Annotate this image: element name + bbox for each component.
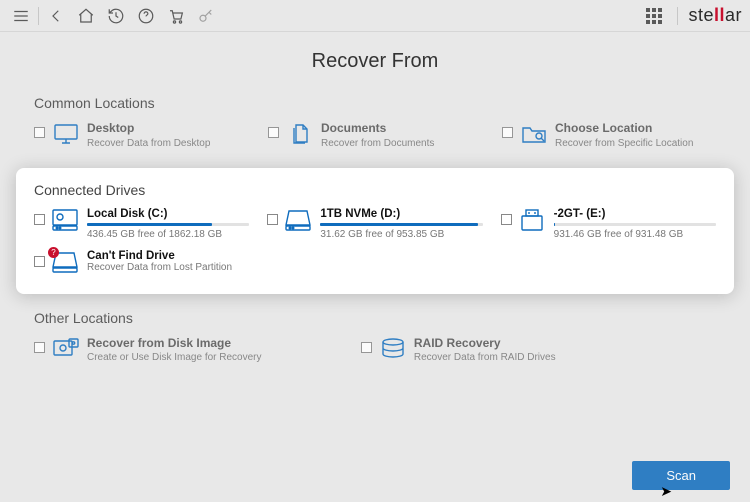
back-icon[interactable]: [43, 3, 69, 29]
item-sub: Create or Use Disk Image for Recovery: [87, 351, 341, 364]
section-common-locations: Common Locations DesktopRecover Data fro…: [34, 95, 716, 150]
item-title: Recover from Disk Image: [87, 336, 341, 352]
drive-usage-bar: [320, 223, 482, 226]
cart-icon[interactable]: [163, 3, 189, 29]
drive-free-text: 436.45 GB free of 1862.18 GB: [87, 229, 249, 240]
checkbox[interactable]: [361, 342, 372, 353]
topbar-left: [8, 3, 219, 29]
item-title: Choose Location: [555, 121, 716, 137]
lost-drive-icon: ?: [51, 250, 81, 276]
section-heading-other: Other Locations: [34, 310, 716, 326]
checkbox[interactable]: [267, 214, 278, 225]
question-badge: ?: [48, 247, 59, 258]
menu-icon[interactable]: [8, 3, 34, 29]
item-title: Desktop: [87, 121, 248, 137]
common-item-desktop[interactable]: DesktopRecover Data from Desktop: [34, 121, 248, 150]
brand-logo: stellar: [688, 5, 742, 26]
section-connected-drives: Connected Drives Local Disk (C:) 436.45 …: [16, 168, 734, 294]
item-sub: Recover Data from RAID Drives: [414, 351, 668, 364]
common-item-documents[interactable]: DocumentsRecover from Documents: [268, 121, 482, 150]
history-icon[interactable]: [103, 3, 129, 29]
section-heading-drives: Connected Drives: [34, 182, 716, 198]
drive-icon: [284, 208, 314, 234]
drive-item-d[interactable]: 1TB NVMe (D:) 31.62 GB free of 953.85 GB: [267, 208, 482, 240]
page-title: Recover From: [34, 50, 716, 73]
section-other-locations: Other Locations Recover from Disk ImageC…: [34, 310, 716, 365]
scan-button[interactable]: Scan: [632, 461, 730, 490]
page-body: Recover From Common Locations DesktopRec…: [0, 32, 750, 364]
drive-title: -2GT- (E:): [554, 208, 716, 220]
key-icon[interactable]: [193, 3, 219, 29]
usb-icon: [518, 208, 548, 234]
divider: [38, 7, 39, 25]
drive-item-c[interactable]: Local Disk (C:) 436.45 GB free of 1862.1…: [34, 208, 249, 240]
drive-usage-bar: [87, 223, 249, 226]
drive-title: Local Disk (C:): [87, 208, 249, 220]
item-sub: Recover Data from Lost Partition: [87, 262, 716, 273]
topbar: stellar: [0, 0, 750, 32]
drive-item-e[interactable]: -2GT- (E:) 931.46 GB free of 931.48 GB: [501, 208, 716, 240]
other-item-raid[interactable]: RAID RecoveryRecover Data from RAID Driv…: [361, 336, 668, 365]
item-title: Documents: [321, 121, 482, 137]
raid-icon: [378, 337, 408, 361]
other-item-disk-image[interactable]: Recover from Disk ImageCreate or Use Dis…: [34, 336, 341, 365]
drive-item-lost-partition[interactable]: ? Can't Find Drive Recover Data from Los…: [34, 250, 716, 276]
checkbox[interactable]: [502, 127, 513, 138]
home-icon[interactable]: [73, 3, 99, 29]
item-title: RAID Recovery: [414, 336, 668, 352]
checkbox[interactable]: [34, 256, 45, 267]
apps-icon[interactable]: [641, 3, 667, 29]
drive-usage-bar: [554, 223, 716, 226]
item-title: Can't Find Drive: [87, 250, 716, 262]
topbar-right: stellar: [641, 3, 742, 29]
folder-search-icon: [519, 122, 549, 146]
cursor-icon: ➤: [660, 483, 672, 500]
drive-free-text: 31.62 GB free of 953.85 GB: [320, 229, 482, 240]
help-icon[interactable]: [133, 3, 159, 29]
desktop-icon: [51, 122, 81, 146]
divider: [677, 7, 678, 25]
checkbox[interactable]: [34, 342, 45, 353]
hdd-icon: [51, 208, 81, 234]
item-sub: Recover from Specific Location: [555, 137, 716, 150]
section-heading-common: Common Locations: [34, 95, 716, 111]
documents-icon: [285, 122, 315, 146]
checkbox[interactable]: [268, 127, 279, 138]
checkbox[interactable]: [501, 214, 512, 225]
drive-free-text: 931.46 GB free of 931.48 GB: [554, 229, 716, 240]
common-item-choose-location[interactable]: Choose LocationRecover from Specific Loc…: [502, 121, 716, 150]
drive-title: 1TB NVMe (D:): [320, 208, 482, 220]
disk-image-icon: [51, 337, 81, 361]
item-sub: Recover from Documents: [321, 137, 482, 150]
item-sub: Recover Data from Desktop: [87, 137, 248, 150]
checkbox[interactable]: [34, 127, 45, 138]
checkbox[interactable]: [34, 214, 45, 225]
